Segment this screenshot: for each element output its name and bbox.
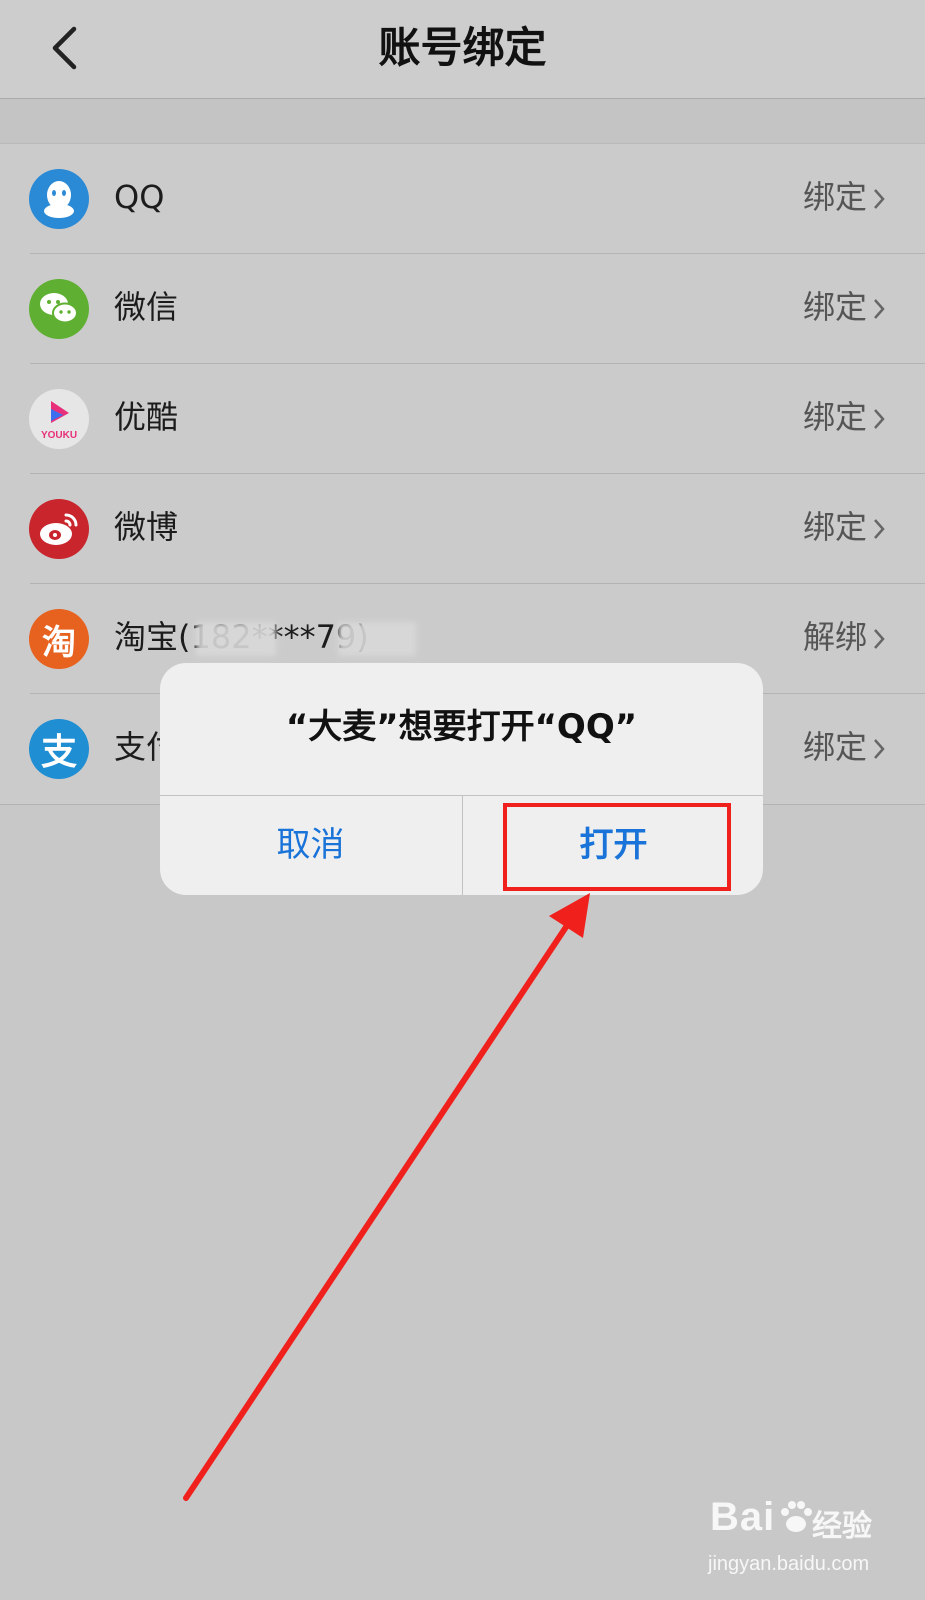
- account-name: 优酷: [114, 398, 179, 436]
- bind-action[interactable]: 绑定: [803, 254, 867, 364]
- bind-action[interactable]: 绑定: [803, 694, 867, 804]
- watermark-text: 经验: [812, 1509, 872, 1544]
- section-gap: [0, 99, 925, 144]
- watermark-logo: Bai: [710, 1495, 776, 1539]
- account-row-qq[interactable]: QQ 绑定: [0, 144, 925, 254]
- bind-action[interactable]: 绑定: [803, 144, 867, 254]
- account-row-youku[interactable]: YOUKU 优酷 绑定: [0, 364, 925, 474]
- nav-bar: 账号绑定: [0, 0, 925, 99]
- page-title: 账号绑定: [378, 23, 547, 72]
- alipay-glyph: 支: [40, 732, 77, 773]
- wechat-icon: [29, 279, 89, 339]
- account-name: 微信: [114, 288, 179, 326]
- privacy-blur: [196, 622, 276, 656]
- chevron-right-icon: [869, 364, 889, 474]
- account-name: QQ: [114, 178, 165, 216]
- chevron-right-icon: [869, 584, 889, 694]
- chevron-right-icon: [869, 254, 889, 364]
- watermark-url: jingyan.baidu.com: [708, 1553, 870, 1575]
- baidu-jingyan-watermark: Bai 经验 jingyan.baidu.com: [700, 1495, 915, 1585]
- bind-action[interactable]: 绑定: [803, 364, 867, 474]
- chevron-right-icon: [869, 144, 889, 254]
- chevron-right-icon: [869, 474, 889, 584]
- unbind-action[interactable]: 解绑: [803, 584, 867, 694]
- chevron-right-icon: [869, 694, 889, 804]
- taobao-glyph: 淘: [42, 622, 76, 663]
- cancel-button[interactable]: 取消: [160, 796, 461, 895]
- arrow-head: [549, 893, 590, 938]
- account-name: 微博: [114, 508, 179, 546]
- account-row-wechat[interactable]: 微信 绑定: [0, 254, 925, 364]
- qq-icon: [29, 169, 89, 229]
- alert-message: “大麦”想要打开“QQ”: [285, 707, 638, 747]
- account-row-weibo[interactable]: 微博 绑定: [0, 474, 925, 584]
- privacy-blur: [338, 622, 416, 656]
- youku-wordmark: YOUKU: [41, 430, 77, 441]
- weibo-icon: [29, 499, 89, 559]
- alipay-icon: 支: [29, 719, 89, 779]
- taobao-icon: 淘: [29, 609, 89, 669]
- bind-action[interactable]: 绑定: [803, 474, 867, 584]
- paw-icon: [781, 1501, 812, 1532]
- arrow-shaft: [183, 915, 575, 1501]
- youku-icon: YOUKU: [29, 389, 89, 449]
- highlight-annotation-box: [503, 803, 731, 891]
